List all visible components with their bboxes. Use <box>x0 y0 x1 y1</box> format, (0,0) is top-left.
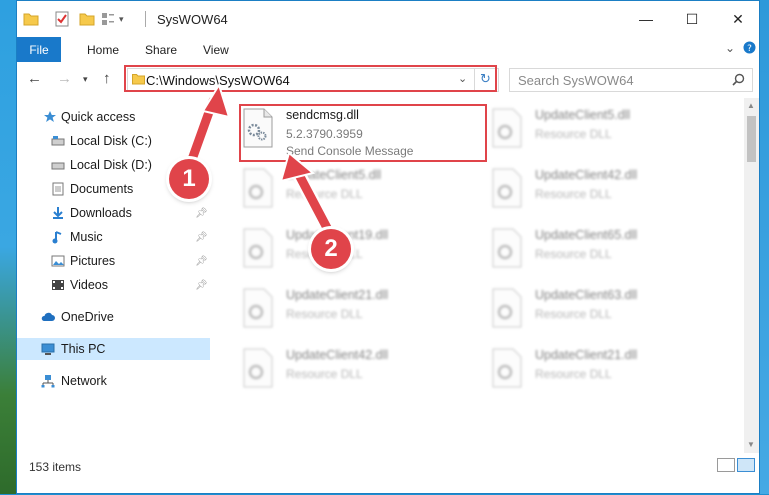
desktop-background-left <box>0 0 16 494</box>
desktop-background-right <box>760 0 769 494</box>
step-1-badge: 1 <box>169 159 209 199</box>
step-2-badge: 2 <box>311 229 351 269</box>
annotation-arrows <box>178 82 342 250</box>
file-explorer-window: ▾ SysWOW64 — ☐ ✕ File Home Share View ⌄ … <box>16 0 760 494</box>
